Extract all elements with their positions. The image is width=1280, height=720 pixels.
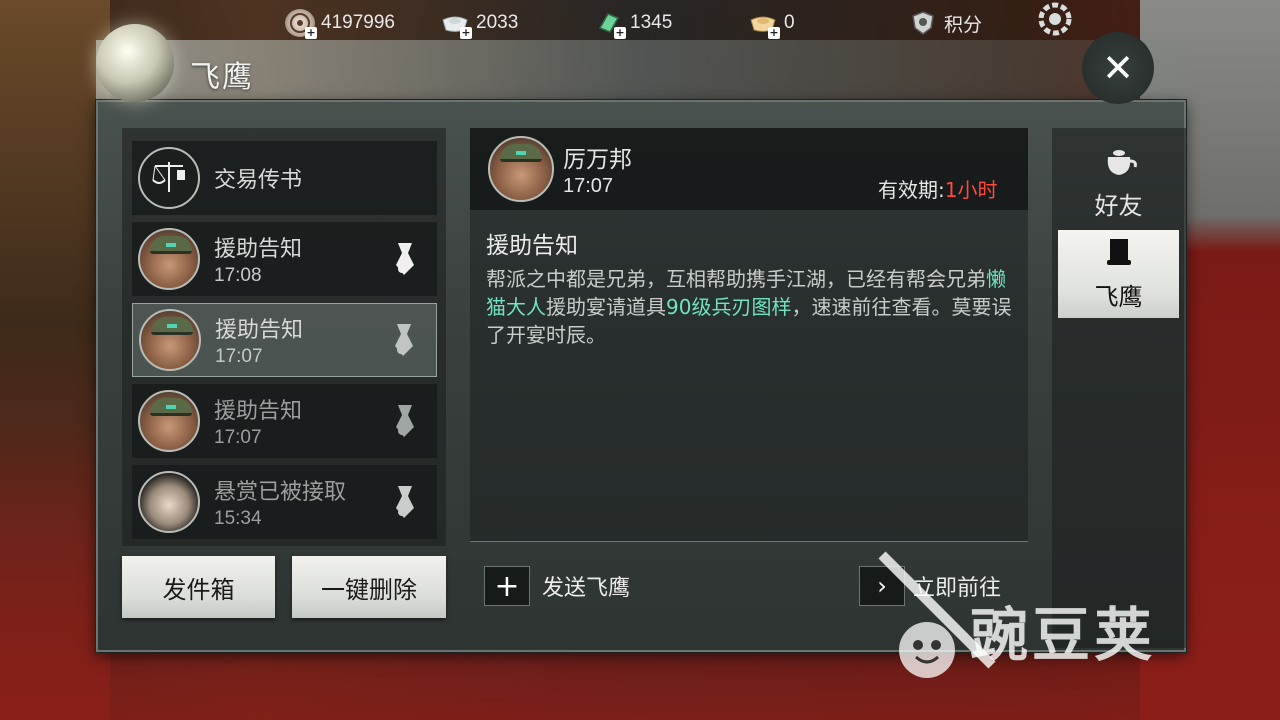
scroll-icon [1104, 236, 1134, 275]
currency-gold[interactable]: + 0 [748, 8, 795, 39]
mail-item-selected[interactable]: 援助告知 17:07 [132, 303, 437, 377]
add-icon: + [768, 26, 780, 39]
validity: 有效期:1小时 [878, 174, 997, 203]
mail-item-title: 援助告知 [214, 237, 303, 262]
plus-icon: + [484, 566, 530, 606]
item-name-link[interactable]: 90级兵刃图样 [666, 295, 791, 319]
jade-icon: + [594, 9, 626, 39]
add-icon: + [305, 26, 317, 39]
gear-icon [1036, 0, 1074, 38]
panel-title: 飞鹰 [190, 60, 254, 95]
sender-name: 厉万邦 [563, 147, 632, 173]
message-body: 帮派之中都是兄弟，互相帮助携手江湖，已经有帮会兄弟懒猫大人援助宴请道具90级兵刃… [486, 265, 1016, 349]
tab-eagle[interactable]: 飞鹰 [1058, 230, 1179, 318]
tab-label: 好友 [1094, 192, 1143, 220]
scroll-icon [387, 482, 423, 522]
gold-ingot-icon: + [748, 9, 780, 39]
mail-item[interactable]: 援助告知 17:08 [132, 222, 437, 296]
add-icon: + [460, 26, 472, 39]
validity-label: 有效期: [878, 178, 945, 202]
points-label: 积分 [944, 14, 983, 36]
shield-icon [908, 9, 938, 37]
mail-item-time: 17:07 [215, 346, 263, 367]
mail-item-title: 悬赏已被接取 [214, 480, 347, 505]
scale-icon [138, 147, 200, 209]
send-label: 发送飞鹰 [542, 576, 631, 601]
scroll-icon [386, 320, 422, 360]
mail-item-time: 17:08 [214, 265, 262, 286]
mail-item-time: 15:34 [214, 508, 262, 529]
avatar [138, 471, 200, 533]
scroll-icon [387, 239, 423, 279]
jade-value: 1345 [630, 12, 673, 33]
currency-jade[interactable]: + 1345 [594, 8, 673, 39]
divider [470, 541, 1028, 542]
mail-item[interactable]: 援助告知 17:07 [132, 384, 437, 458]
mail-item-title: 援助告知 [214, 399, 303, 424]
mail-item-title: 交易传书 [214, 168, 303, 193]
message-title: 援助告知 [486, 233, 578, 259]
currency-silver[interactable]: + 2033 [440, 8, 519, 39]
body-text: 帮派之中都是兄弟，互相帮助携手江湖，已经有帮会兄弟 [486, 267, 986, 291]
mail-item-title: 援助告知 [215, 318, 304, 343]
mail-item-trade[interactable]: 交易传书 [132, 141, 437, 215]
moon-emblem-icon [96, 24, 174, 102]
validity-value: 1小时 [944, 178, 998, 202]
message-time: 17:07 [563, 175, 614, 197]
silver-value: 2033 [476, 12, 519, 33]
silver-ingot-icon: + [440, 9, 472, 39]
send-eagle-button[interactable]: + 发送飞鹰 [484, 566, 630, 606]
outbox-button[interactable]: 发件箱 [122, 556, 275, 618]
currency-coin[interactable]: + 4197996 [285, 8, 395, 39]
mail-item-time: 17:07 [214, 427, 262, 448]
close-button[interactable]: ✕ [1082, 32, 1154, 104]
points-button[interactable]: 积分 [908, 8, 982, 38]
avatar [139, 309, 201, 371]
teapot-icon [1100, 147, 1138, 184]
add-icon: + [614, 26, 626, 39]
settings-button[interactable] [1036, 2, 1074, 36]
avatar [138, 390, 200, 452]
tab-label: 飞鹰 [1094, 283, 1143, 311]
delete-all-button[interactable]: 一键删除 [292, 556, 446, 618]
coin-value: 4197996 [321, 12, 395, 33]
avatar [138, 228, 200, 290]
mail-item[interactable]: 悬赏已被接取 15:34 [132, 465, 437, 539]
coin-icon: + [285, 9, 317, 39]
sender-avatar [488, 136, 554, 202]
watermark-text: 豌豆荚 [970, 601, 1157, 669]
gold-value: 0 [784, 12, 795, 33]
body-text: 援助宴请道具 [546, 295, 666, 319]
close-icon: ✕ [1102, 46, 1134, 90]
scroll-icon [387, 401, 423, 441]
tab-friends[interactable]: 好友 [1058, 140, 1179, 228]
